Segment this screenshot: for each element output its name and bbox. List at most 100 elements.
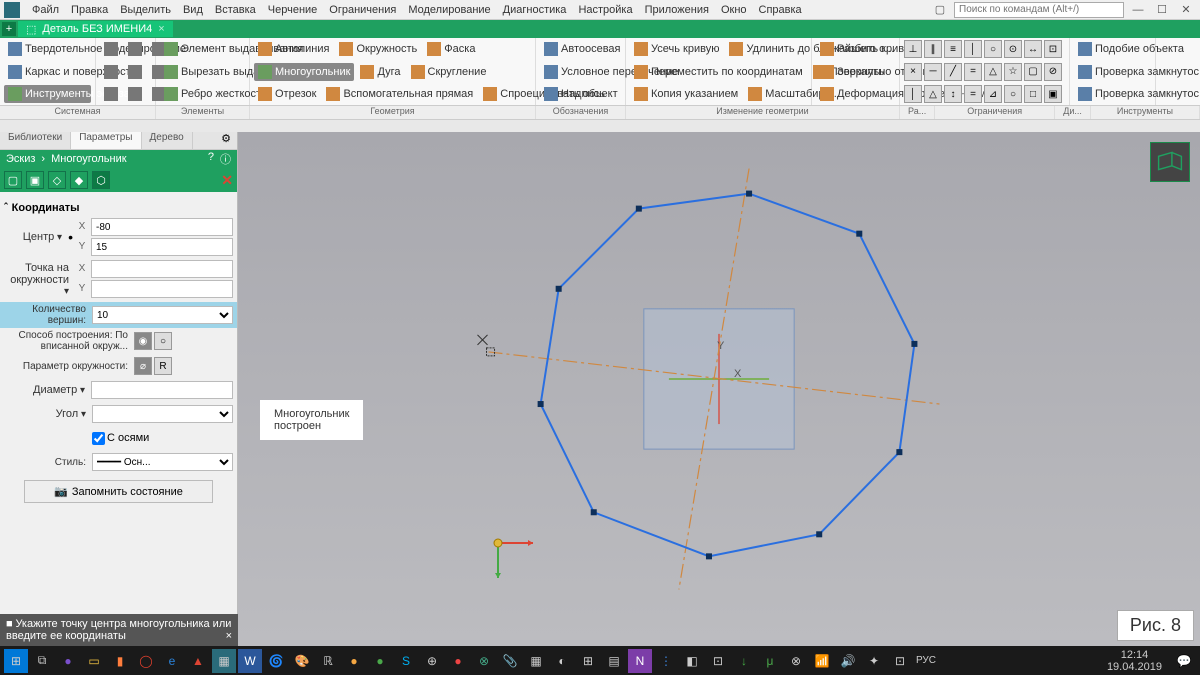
cst-13[interactable]: △ — [984, 63, 1002, 81]
tb-skype[interactable]: S — [394, 649, 418, 673]
cst-24[interactable]: ▣ — [1044, 85, 1062, 103]
fillet-button[interactable]: Скругление — [407, 63, 491, 81]
cst-8[interactable]: ⊡ — [1044, 40, 1062, 58]
tb-app14[interactable]: ⊗ — [472, 649, 496, 673]
pt-5[interactable]: ⬡ — [92, 171, 110, 189]
center-x-input[interactable] — [91, 218, 233, 236]
tb-app3[interactable]: ▮ — [108, 649, 132, 673]
menu-file[interactable]: Файл — [26, 4, 65, 16]
qat-2[interactable] — [124, 40, 146, 58]
tb-notif[interactable]: 💬 — [1172, 649, 1196, 673]
tab-tree[interactable]: Дерево — [142, 132, 193, 149]
menu-help[interactable]: Справка — [753, 4, 808, 16]
tab-close-icon[interactable]: × — [158, 23, 164, 35]
cst-14[interactable]: ☆ — [1004, 63, 1022, 81]
cst-15[interactable]: ▢ — [1024, 63, 1042, 81]
center-y-input[interactable] — [91, 238, 233, 256]
trim-button[interactable]: Усечь кривую — [630, 40, 723, 58]
maximize-button[interactable]: ☐ — [1152, 2, 1172, 18]
cst-19[interactable]: ↕ — [944, 85, 962, 103]
bc-2[interactable]: Многоугольник — [51, 153, 126, 165]
check1-button[interactable]: Проверка замкнутос... — [1074, 63, 1151, 81]
menu-draw[interactable]: Черчение — [262, 4, 324, 16]
cst-2[interactable]: ∥ — [924, 40, 942, 58]
tb-bt[interactable]: ⋮ — [654, 649, 678, 673]
menu-constraints[interactable]: Ограничения — [323, 4, 402, 16]
cond-intersect-button[interactable]: Условное пересечение — [540, 63, 621, 81]
tb-app13[interactable]: ● — [446, 649, 470, 673]
layout-icon[interactable]: ▢ — [930, 2, 950, 18]
extrude-button[interactable]: Элемент выдавливания — [160, 40, 245, 58]
tb-app7[interactable]: 🌀 — [264, 649, 288, 673]
cst-17[interactable]: │ — [904, 85, 922, 103]
with-axes-checkbox[interactable] — [92, 432, 105, 445]
remember-state-button[interactable]: 📷Запомнить состояние — [24, 480, 213, 503]
tb-app2[interactable]: ▭ — [82, 649, 106, 673]
polygon-button[interactable]: Многоугольник — [254, 63, 354, 81]
point-x-input[interactable] — [91, 260, 233, 278]
view-cube[interactable] — [1150, 142, 1190, 182]
tb-app15[interactable]: 📎 — [498, 649, 522, 673]
auto-axis-button[interactable]: Автоосевая — [540, 40, 621, 58]
search-input[interactable] — [954, 2, 1124, 18]
menu-insert[interactable]: Вставка — [209, 4, 262, 16]
solid-modeling-button[interactable]: Твердотельное моделирование — [4, 40, 91, 58]
menu-diag[interactable]: Диагностика — [497, 4, 573, 16]
cst-12[interactable]: = — [964, 63, 982, 81]
cst-5[interactable]: ○ — [984, 40, 1002, 58]
split-button[interactable]: Разбить кривую — [816, 40, 895, 58]
document-tab[interactable]: ⬚ Деталь БЕЗ ИМЕНИ4 × — [18, 21, 173, 37]
diameter-mode-button[interactable]: ⌀ — [134, 357, 152, 375]
tb-app16[interactable]: ▦ — [524, 649, 548, 673]
wireframe-button[interactable]: Каркас и поверхности — [4, 63, 91, 81]
point-y-input[interactable] — [91, 280, 233, 298]
start-button[interactable]: ⊞ — [4, 649, 28, 673]
qat-1[interactable] — [100, 40, 122, 58]
tb-taskview[interactable]: ⧉ — [30, 649, 54, 673]
pt-2[interactable]: ▣ — [26, 171, 44, 189]
canvas-viewport[interactable]: X Y — [238, 132, 1200, 646]
vertices-select[interactable]: 10 — [92, 306, 233, 324]
cst-6[interactable]: ⊙ — [1004, 40, 1022, 58]
tb-lang[interactable]: РУС — [914, 649, 938, 673]
tb-tray1[interactable]: ◧ — [680, 649, 704, 673]
menu-apps[interactable]: Приложения — [639, 4, 715, 16]
cst-3[interactable]: ≡ — [944, 40, 962, 58]
copy-button[interactable]: Копия указанием — [630, 85, 742, 103]
sketch-tools-button[interactable]: Инструменты эскиза — [4, 85, 91, 103]
circumscribed-button[interactable]: ○ — [154, 332, 172, 350]
tb-tray4[interactable]: μ — [758, 649, 782, 673]
tb-app1[interactable]: ● — [56, 649, 80, 673]
mirror-button[interactable]: Зеркально отразить — [816, 63, 895, 81]
qat-4[interactable] — [100, 63, 122, 81]
panel-gear-icon[interactable]: ⚙ — [215, 132, 237, 149]
rib-button[interactable]: Ребро жесткости — [160, 85, 245, 103]
minimize-button[interactable]: — — [1128, 2, 1148, 18]
style-select[interactable]: ━━━━ Осн... — [92, 453, 233, 471]
cst-1[interactable]: ⊥ — [904, 40, 922, 58]
tb-word[interactable]: W — [238, 649, 262, 673]
aux-line-button[interactable]: Вспомогательная прямая — [322, 85, 477, 103]
tb-tray8[interactable]: ⊡ — [888, 649, 912, 673]
tb-app4[interactable]: ◯ — [134, 649, 158, 673]
offset-button[interactable]: Подобие объекта — [1074, 40, 1151, 58]
cst-11[interactable]: ╱ — [944, 63, 962, 81]
tb-app12[interactable]: ⊕ — [420, 649, 444, 673]
cst-20[interactable]: = — [964, 85, 982, 103]
pt-3[interactable]: ◇ — [48, 171, 66, 189]
cst-22[interactable]: ○ — [1004, 85, 1022, 103]
cst-18[interactable]: △ — [924, 85, 942, 103]
close-button[interactable]: ✕ — [1176, 2, 1196, 18]
diameter-input[interactable] — [91, 381, 233, 399]
new-tab-button[interactable]: + — [2, 22, 16, 36]
tb-app6[interactable]: ▦ — [212, 649, 236, 673]
cut-extrude-button[interactable]: Вырезать выдавливанием — [160, 63, 245, 81]
tb-app8[interactable]: 🎨 — [290, 649, 314, 673]
pt-1[interactable]: ▢ — [4, 171, 22, 189]
tb-app18[interactable]: ⊞ — [576, 649, 600, 673]
menu-settings[interactable]: Настройка — [572, 4, 638, 16]
tb-vol[interactable]: 🔊 — [836, 649, 860, 673]
autoline-button[interactable]: Автолиния — [254, 40, 333, 58]
tb-app19[interactable]: ▤ — [602, 649, 626, 673]
tb-tray3[interactable]: ↓ — [732, 649, 756, 673]
